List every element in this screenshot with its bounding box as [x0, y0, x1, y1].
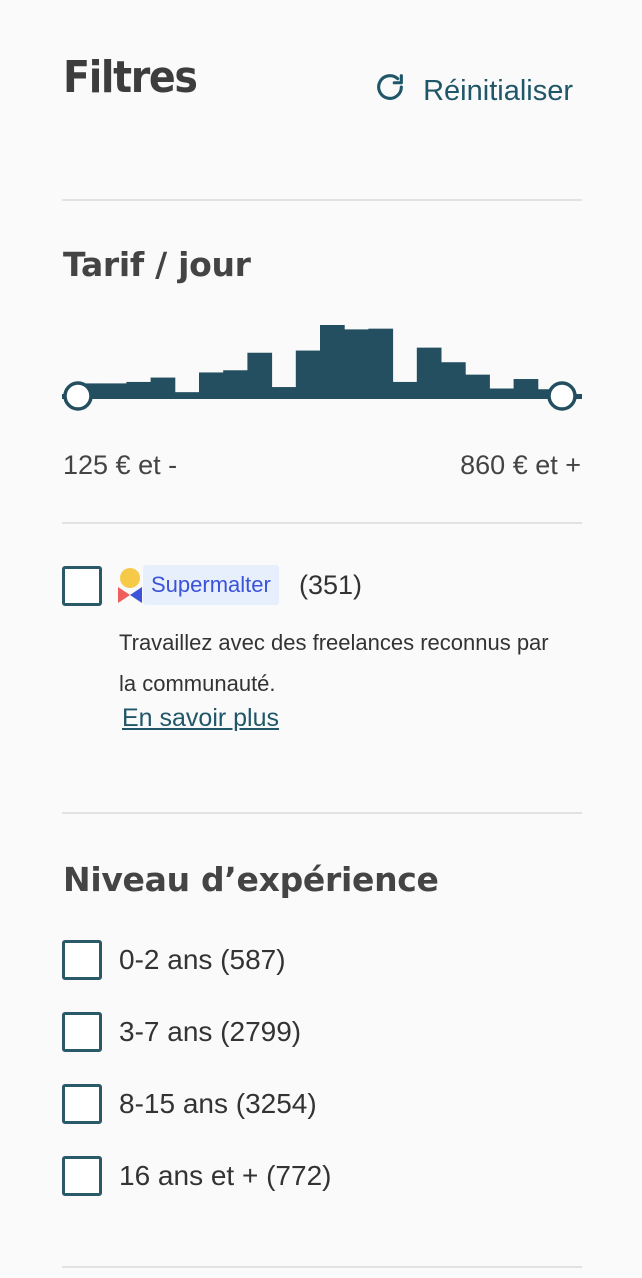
divider — [62, 1266, 582, 1268]
histogram-bar — [247, 352, 273, 398]
experience-option-label: 8-15 ans (3254) — [119, 1088, 317, 1119]
histogram-bar — [344, 329, 369, 398]
histogram-bar — [223, 370, 248, 398]
experience-option[interactable]: 8-15 ans (3254) — [62, 1083, 317, 1125]
supermalter-badge: Supermalter — [143, 565, 279, 605]
experience-option-label: 16 ans et + (772) — [119, 1160, 332, 1191]
reset-button[interactable]: Réinitialiser — [373, 70, 573, 112]
supermalter-description: Travaillez avec des freelances reconnus … — [119, 630, 549, 696]
histogram-bar — [441, 362, 466, 398]
experience-option[interactable]: 0-2 ans (587) — [62, 939, 286, 981]
rate-histogram-slider[interactable] — [62, 316, 582, 416]
experience-section-title: Niveau d’expérience — [63, 860, 439, 899]
page-title: Filtres — [63, 52, 198, 103]
filters-header: Filtres Réinitialiser — [63, 52, 573, 124]
rate-min-label: 125 € et - — [63, 450, 178, 480]
reset-label: Réinitialiser — [423, 74, 573, 107]
experience-checkbox[interactable] — [62, 1012, 102, 1052]
learn-more-link[interactable]: En savoir plus — [122, 704, 279, 733]
experience-option[interactable]: 3-7 ans (2799) — [62, 1011, 301, 1053]
rate-max-label: 860 € et + — [460, 450, 581, 480]
experience-checkbox[interactable] — [62, 940, 102, 980]
experience-option[interactable]: 16 ans et + (772) — [62, 1155, 331, 1197]
slider-min-handle[interactable] — [63, 381, 93, 411]
histogram-bar — [416, 347, 442, 398]
slider-max-handle[interactable] — [547, 381, 577, 411]
histogram-bar — [295, 350, 321, 398]
experience-checkbox[interactable] — [62, 1084, 102, 1124]
supermalter-checkbox[interactable] — [62, 566, 102, 606]
divider — [62, 522, 582, 524]
experience-checkbox[interactable] — [62, 1156, 102, 1196]
experience-option-label: 3-7 ans (2799) — [119, 1016, 302, 1047]
rate-section-title: Tarif / jour — [63, 245, 251, 284]
supermalter-logo-icon — [118, 568, 142, 603]
histogram-bar — [368, 328, 394, 398]
refresh-icon — [373, 70, 407, 112]
divider — [62, 199, 582, 201]
supermalter-count: (351) — [299, 570, 363, 600]
slider-track — [62, 394, 582, 399]
histogram-bar — [320, 325, 345, 398]
divider — [62, 812, 582, 814]
experience-option-label: 0-2 ans (587) — [119, 944, 286, 975]
